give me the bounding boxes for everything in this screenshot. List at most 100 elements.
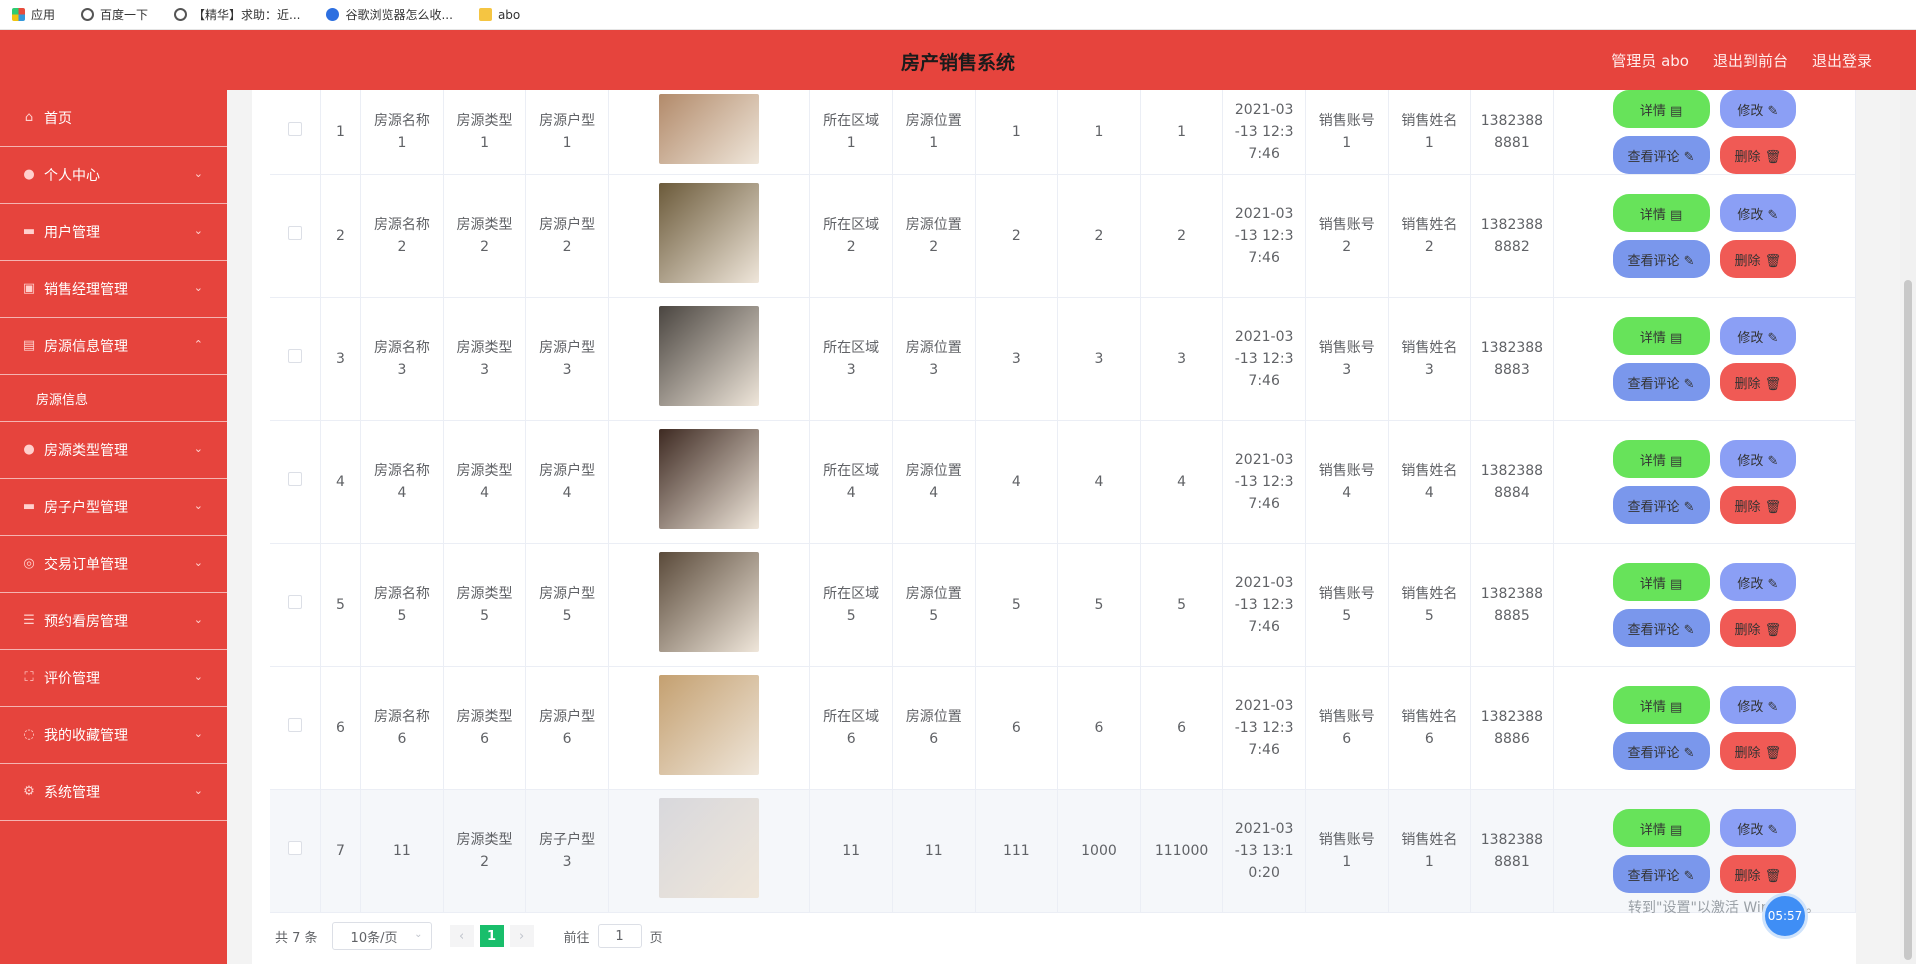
- review-button[interactable]: 查看评论 ✎: [1612, 240, 1710, 278]
- goto-input[interactable]: 1: [597, 924, 642, 948]
- image-cell: [608, 543, 811, 667]
- edit-button[interactable]: 修改 ✎: [1719, 440, 1797, 478]
- back-to-front-link[interactable]: 退出到前台: [1713, 50, 1788, 71]
- row-checkbox[interactable]: [287, 226, 302, 240]
- operations-cell: 详情 ▤ 修改 ✎ 查看评论 ✎ 删除 🗑: [1553, 666, 1857, 790]
- layout-cell: 房源户型 2: [525, 174, 609, 298]
- b-cell: 5: [1057, 543, 1141, 667]
- admin-label[interactable]: 管理员 abo: [1611, 50, 1689, 71]
- sidebar-item[interactable]: ⌂ 首页: [0, 90, 227, 147]
- edit-button[interactable]: 修改 ✎: [1719, 194, 1797, 232]
- detail-button[interactable]: 详情 ▤: [1612, 440, 1710, 478]
- row-checkbox[interactable]: [287, 472, 302, 486]
- detail-button[interactable]: 详情 ▤: [1612, 809, 1710, 847]
- next-page-button[interactable]: ›: [509, 925, 534, 947]
- detail-button[interactable]: 详情 ▤: [1612, 317, 1710, 355]
- bookmark-item[interactable]: 百度一下: [81, 6, 148, 23]
- sidebar-item[interactable]: ☰ 预约看房管理 ⌄: [0, 593, 227, 650]
- delete-button[interactable]: 删除 🗑: [1719, 609, 1797, 647]
- review-button[interactable]: 查看评论 ✎: [1612, 363, 1710, 401]
- users-icon: ▬: [22, 224, 36, 239]
- time-cell: 2021-03 -13 12:3 7:46: [1222, 297, 1306, 421]
- time-cell: 2021-03 -13 12:3 7:46: [1222, 543, 1306, 667]
- house-photo: [659, 182, 760, 283]
- sidebar-item[interactable]: ⚙ 系统管理 ⌄: [0, 764, 227, 821]
- delete-button[interactable]: 删除 🗑: [1719, 855, 1797, 893]
- detail-button[interactable]: 详情 ▤: [1612, 563, 1710, 601]
- checkbox-cell: [270, 789, 321, 913]
- detail-button[interactable]: 详情 ▤: [1612, 194, 1710, 232]
- row-checkbox[interactable]: [287, 349, 302, 363]
- edit-button[interactable]: 修改 ✎: [1719, 90, 1797, 128]
- chevron-down-icon: ⌄: [193, 224, 203, 237]
- sidebar-item[interactable]: ▬ 用户管理 ⌄: [0, 204, 227, 261]
- sidebar-subitem[interactable]: 房源信息: [0, 375, 227, 422]
- detail-button[interactable]: 详情 ▤: [1612, 686, 1710, 724]
- bookmark-item[interactable]: abo: [478, 7, 521, 22]
- image-cell: [608, 420, 811, 544]
- sidebar-item[interactable]: ▤ 房源信息管理 ⌃: [0, 318, 227, 375]
- phone-cell: 1382388 8886: [1470, 666, 1554, 790]
- sidebar-item[interactable]: ⛶ 评价管理 ⌄: [0, 650, 227, 707]
- sidebar-item[interactable]: ◎ 交易订单管理 ⌄: [0, 536, 227, 593]
- review-button[interactable]: 查看评论 ✎: [1612, 609, 1710, 647]
- edit-button[interactable]: 修改 ✎: [1719, 563, 1797, 601]
- idx-cell: 2: [320, 174, 362, 298]
- sname-cell: 销售姓名 3: [1388, 297, 1472, 421]
- row-checkbox[interactable]: [287, 122, 302, 136]
- detail-button[interactable]: 详情 ▤: [1612, 90, 1710, 128]
- sname-cell: 销售姓名 2: [1388, 174, 1472, 298]
- c-cell: 4: [1140, 420, 1224, 544]
- sidebar-item-label: 销售经理管理: [44, 282, 128, 298]
- sidebar-item[interactable]: ● 房源类型管理 ⌄: [0, 422, 227, 479]
- delete-button[interactable]: 删除 🗑: [1719, 486, 1797, 524]
- chevron-up-icon: ⌃: [193, 338, 203, 351]
- sidebar-item-label: 个人中心: [44, 168, 100, 184]
- table-row: 3 房源名称 3 房源类型 3 房源户型 3 所在区域 3 房源位置 3 3 3 3 2021-0…: [270, 297, 1857, 421]
- layout-cell: 房源户型 1: [525, 90, 609, 175]
- table-row: 5 房源名称 5 房源类型 5 房源户型 5 所在区域 5 房源位置 5 5 5 5 2021-0…: [270, 543, 1857, 667]
- bookmark-item[interactable]: 应用: [12, 6, 55, 23]
- review-button[interactable]: 查看评论 ✎: [1612, 136, 1710, 174]
- delete-button[interactable]: 删除 🗑: [1719, 363, 1797, 401]
- total-count: 共 7 条: [275, 930, 318, 946]
- sidebar-item[interactable]: ◌ 我的收藏管理 ⌄: [0, 707, 227, 764]
- row-checkbox[interactable]: [287, 841, 302, 855]
- sidebar-item[interactable]: ▬ 房子户型管理 ⌄: [0, 479, 227, 536]
- logout-link[interactable]: 退出登录: [1812, 50, 1872, 71]
- name-cell: 房源名称 4: [360, 420, 444, 544]
- prev-page-button[interactable]: ‹: [449, 925, 474, 947]
- sidebar-item[interactable]: ● 个人中心 ⌄: [0, 147, 227, 204]
- edit-button[interactable]: 修改 ✎: [1719, 317, 1797, 355]
- type-cell: 房源类型 2: [443, 789, 527, 913]
- page-size-select[interactable]: 10条/页 ⌄: [331, 922, 432, 950]
- layout-cell: 房子户型 3: [525, 789, 609, 913]
- scrollbar[interactable]: [1900, 90, 1916, 964]
- bookmarks-bar: 应用 百度一下 【精华】求助：近... 谷歌浏览器怎么收... abo: [0, 0, 1916, 30]
- sidebar-item[interactable]: ▣ 销售经理管理 ⌄: [0, 261, 227, 318]
- review-button[interactable]: 查看评论 ✎: [1612, 732, 1710, 770]
- review-button[interactable]: 查看评论 ✎: [1612, 855, 1710, 893]
- row-checkbox[interactable]: [287, 595, 302, 609]
- delete-button[interactable]: 删除 🗑: [1719, 136, 1797, 174]
- chevron-down-icon: ⌄: [193, 442, 203, 455]
- house-icon: ▤: [22, 338, 36, 353]
- loc-cell: 房源位置 3: [892, 297, 976, 421]
- chevron-down-icon: ⌄: [414, 929, 423, 940]
- scrollbar-thumb[interactable]: [1904, 280, 1912, 960]
- globe-icon: [81, 8, 95, 21]
- delete-button[interactable]: 删除 🗑: [1719, 732, 1797, 770]
- row-checkbox[interactable]: [287, 718, 302, 732]
- bookmark-label: abo: [497, 7, 521, 22]
- delete-button[interactable]: 删除 🗑: [1719, 240, 1797, 278]
- chevron-down-icon: ⌄: [193, 727, 203, 740]
- bookmark-item[interactable]: 【精华】求助：近...: [174, 6, 300, 23]
- region-cell: 所在区域 2: [809, 174, 893, 298]
- edit-button[interactable]: 修改 ✎: [1719, 686, 1797, 724]
- sidebar-item-label: 预约看房管理: [44, 614, 128, 630]
- page-1-button[interactable]: 1: [479, 925, 504, 947]
- review-button[interactable]: 查看评论 ✎: [1612, 486, 1710, 524]
- edit-button[interactable]: 修改 ✎: [1719, 809, 1797, 847]
- bookmark-item[interactable]: 谷歌浏览器怎么收...: [326, 6, 453, 23]
- name-cell: 房源名称 6: [360, 666, 444, 790]
